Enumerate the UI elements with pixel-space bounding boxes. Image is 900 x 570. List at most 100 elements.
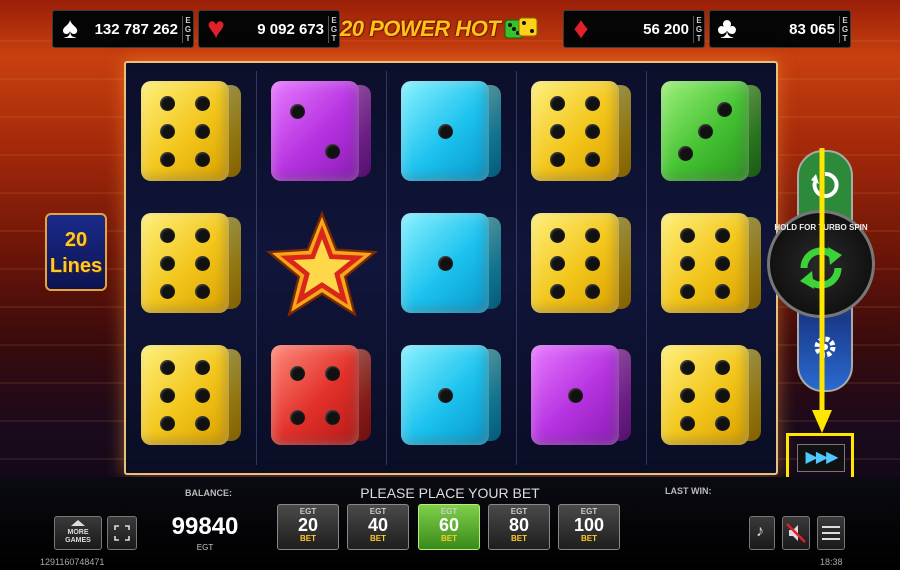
die-pip — [195, 227, 211, 243]
red-die-4 — [271, 345, 371, 445]
die-pip — [715, 359, 731, 375]
bet-button-80[interactable]: EGT 80 BET — [488, 504, 550, 550]
last-win-label: LAST WIN: — [665, 486, 712, 496]
die-pip — [437, 255, 453, 271]
die-pip — [437, 123, 453, 139]
game-logo: 20 POWER HOT — [340, 14, 560, 44]
jackpot-tag: EGT — [182, 15, 193, 43]
down-arrow-annotation-icon — [812, 148, 832, 433]
die-face — [141, 213, 229, 313]
reel-separator — [646, 71, 647, 465]
dice-logo-icon — [504, 17, 538, 39]
cyan-die-1 — [401, 213, 501, 313]
die-face — [401, 213, 489, 313]
home-icon — [71, 520, 85, 526]
die-pip — [715, 255, 731, 271]
die-pip — [697, 123, 713, 139]
die-pip — [585, 255, 601, 271]
reel-area — [124, 61, 778, 475]
bet-label: BET — [441, 534, 457, 543]
die-pip — [159, 227, 175, 243]
music-note-icon: ♪ — [756, 523, 764, 540]
die-pip — [585, 123, 601, 139]
die-pip — [195, 387, 211, 403]
die-side — [227, 217, 241, 309]
balance-label: BALANCE: — [185, 488, 232, 498]
bet-button-100[interactable]: EGT 100 BET — [558, 504, 620, 550]
bet-value: 100 — [573, 515, 605, 535]
die-pip — [195, 95, 211, 111]
yellow-die-6 — [141, 213, 241, 313]
yellow-die-6 — [531, 213, 631, 313]
more-games-button[interactable]: MORE GAMES — [54, 516, 102, 550]
die-side — [617, 85, 631, 177]
die-pip — [549, 151, 565, 167]
bet-button-40[interactable]: EGT 40 BET — [347, 504, 409, 550]
music-button[interactable]: ♪ — [749, 516, 775, 550]
heart-icon: ♥ — [207, 12, 225, 45]
yellow-die-6 — [661, 213, 761, 313]
die-pip — [585, 227, 601, 243]
sound-button[interactable] — [782, 516, 810, 550]
balance-value: 99840 — [171, 513, 239, 540]
lines-label: Lines — [49, 255, 103, 277]
die-face — [141, 345, 229, 445]
die-pip — [289, 365, 305, 381]
menu-button[interactable] — [817, 516, 845, 550]
die-pip — [195, 415, 211, 431]
die-side — [227, 85, 241, 177]
die-pip — [159, 95, 175, 111]
die-side — [487, 217, 501, 309]
die-side — [487, 85, 501, 177]
die-pip — [567, 387, 583, 403]
die-pip — [679, 415, 695, 431]
reel-separator — [386, 71, 387, 465]
clock: 18:38 — [820, 557, 843, 567]
lines-count: 20 — [64, 229, 88, 251]
jackpot-amount: 9 092 673 — [257, 20, 324, 38]
die-side — [617, 349, 631, 441]
die-pip — [679, 387, 695, 403]
die-pip — [325, 409, 341, 425]
logo-text: 20 POWER HOT — [340, 16, 501, 41]
die-side — [747, 85, 761, 177]
die-pip — [715, 283, 731, 299]
green-die-3 — [661, 81, 761, 181]
bet-value: 60 — [438, 515, 460, 535]
die-face — [661, 213, 749, 313]
sound-muted-icon — [786, 523, 806, 543]
jackpot-hearts: ♥ 9 092 673 EGT — [198, 10, 340, 48]
die-pip — [159, 151, 175, 167]
jackpot-tag: EGT — [328, 15, 339, 43]
purple-die-2 — [271, 81, 371, 181]
reel-2 — [256, 63, 386, 473]
jackpot-amount: 56 200 — [643, 20, 689, 38]
die-pip — [715, 227, 731, 243]
die-pip — [159, 255, 175, 271]
bet-label: BET — [511, 534, 527, 543]
die-pip — [195, 151, 211, 167]
die-pip — [679, 255, 695, 271]
reel-separator — [516, 71, 517, 465]
balance-currency: EGT — [196, 543, 214, 552]
die-pip — [585, 95, 601, 111]
die-side — [227, 349, 241, 441]
jackpot-amount: 132 787 262 — [94, 20, 178, 38]
yellow-die-6 — [141, 345, 241, 445]
bet-button-60[interactable]: EGT 60 BET — [418, 504, 480, 550]
die-side — [617, 217, 631, 309]
status-message: PLEASE PLACE YOUR BET — [360, 485, 540, 501]
fullscreen-button[interactable] — [107, 516, 137, 550]
turbo-button[interactable]: ▶▶▶ — [797, 444, 845, 472]
die-side — [357, 349, 371, 441]
die-pip — [159, 387, 175, 403]
die-pip — [549, 283, 565, 299]
die-face — [271, 81, 359, 181]
bet-button-20[interactable]: EGT 20 BET — [277, 504, 339, 550]
die-side — [357, 85, 371, 177]
yellow-die-6 — [661, 345, 761, 445]
reel-5 — [646, 63, 776, 473]
die-pip — [679, 359, 695, 375]
reel-3 — [386, 63, 516, 473]
die-pip — [549, 95, 565, 111]
